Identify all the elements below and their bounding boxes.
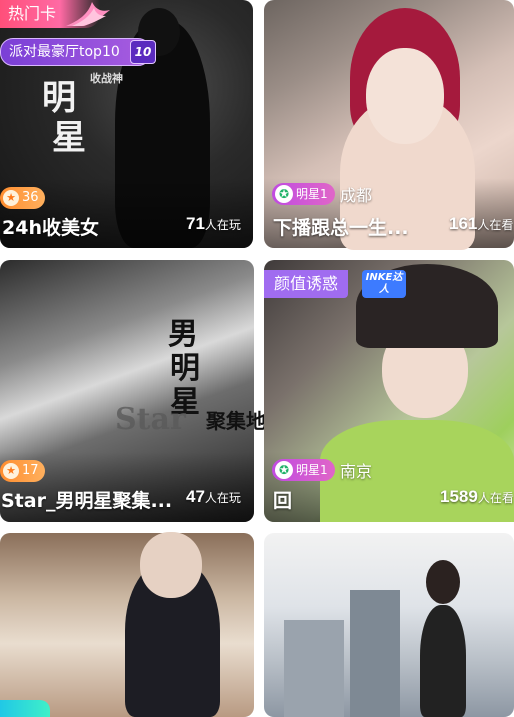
star-badge: ✪ 明星1 <box>272 459 335 481</box>
viewer-unit: 人在看 <box>477 491 514 505</box>
level-star-icon: ★ <box>3 463 19 479</box>
poster-word: Star <box>115 402 186 437</box>
viewer-number: 1589 <box>440 487 478 506</box>
room-title: 回 <box>273 490 293 512</box>
room-title: 24h收美女 <box>2 217 99 239</box>
building-image <box>284 620 344 717</box>
viewer-count: 47人在玩 <box>186 487 241 507</box>
viewer-count: 1589人在看 <box>440 487 514 507</box>
poster-text-2: 明 <box>170 351 200 386</box>
star-badge-icon: ✪ <box>275 185 293 203</box>
poster-side-text: 聚集地 <box>206 409 266 433</box>
level-badge: ★ 36 <box>0 187 45 209</box>
building-image <box>350 590 400 717</box>
inke-badge: INKE达人 <box>362 270 406 298</box>
viewer-number: 71 <box>186 214 205 233</box>
viewer-unit: 人在玩 <box>204 491 241 505</box>
streamer-face <box>140 532 202 598</box>
star-badge-label: 明星1 <box>296 463 328 477</box>
rank-number-badge: 10 <box>130 40 156 64</box>
location-label: 南京 <box>340 462 373 481</box>
rank-pill: 派对最豪厅top10 <box>0 38 151 66</box>
star-badge-label: 明星1 <box>296 187 328 201</box>
flame-icon <box>66 2 110 26</box>
room-card-3[interactable] <box>0 260 254 522</box>
poster-text-1: 明 <box>42 78 76 118</box>
room-title: 下播跟总一生... <box>273 217 409 239</box>
level-value: 36 <box>22 190 39 205</box>
star-badge: ✪ 明星1 <box>272 183 335 205</box>
poster-text-2: 星 <box>52 118 86 158</box>
viewer-number: 161 <box>449 214 478 233</box>
viewer-count: 161人在看 <box>449 214 513 234</box>
viewer-unit: 人在玩 <box>204 218 241 232</box>
streamer-image <box>420 605 466 717</box>
level-badge: ★ 17 <box>0 460 45 482</box>
poster-subtext: 收战神 <box>90 72 123 85</box>
star-badge-icon: ✪ <box>275 461 293 479</box>
streamer-head <box>426 560 460 604</box>
level-value: 17 <box>22 463 39 478</box>
category-tag: 颜值诱惑 <box>264 270 349 298</box>
level-star-icon: ★ <box>3 190 19 206</box>
room-title: Star_男明星聚集... <box>1 490 173 512</box>
streamer-face <box>366 48 444 144</box>
viewer-number: 47 <box>186 487 205 506</box>
viewer-unit: 人在看 <box>477 218 514 232</box>
poster-text-1: 男 <box>168 317 198 352</box>
location-label: 成都 <box>340 186 373 205</box>
corner-tag <box>0 700 50 717</box>
viewer-count: 71人在玩 <box>186 214 241 234</box>
